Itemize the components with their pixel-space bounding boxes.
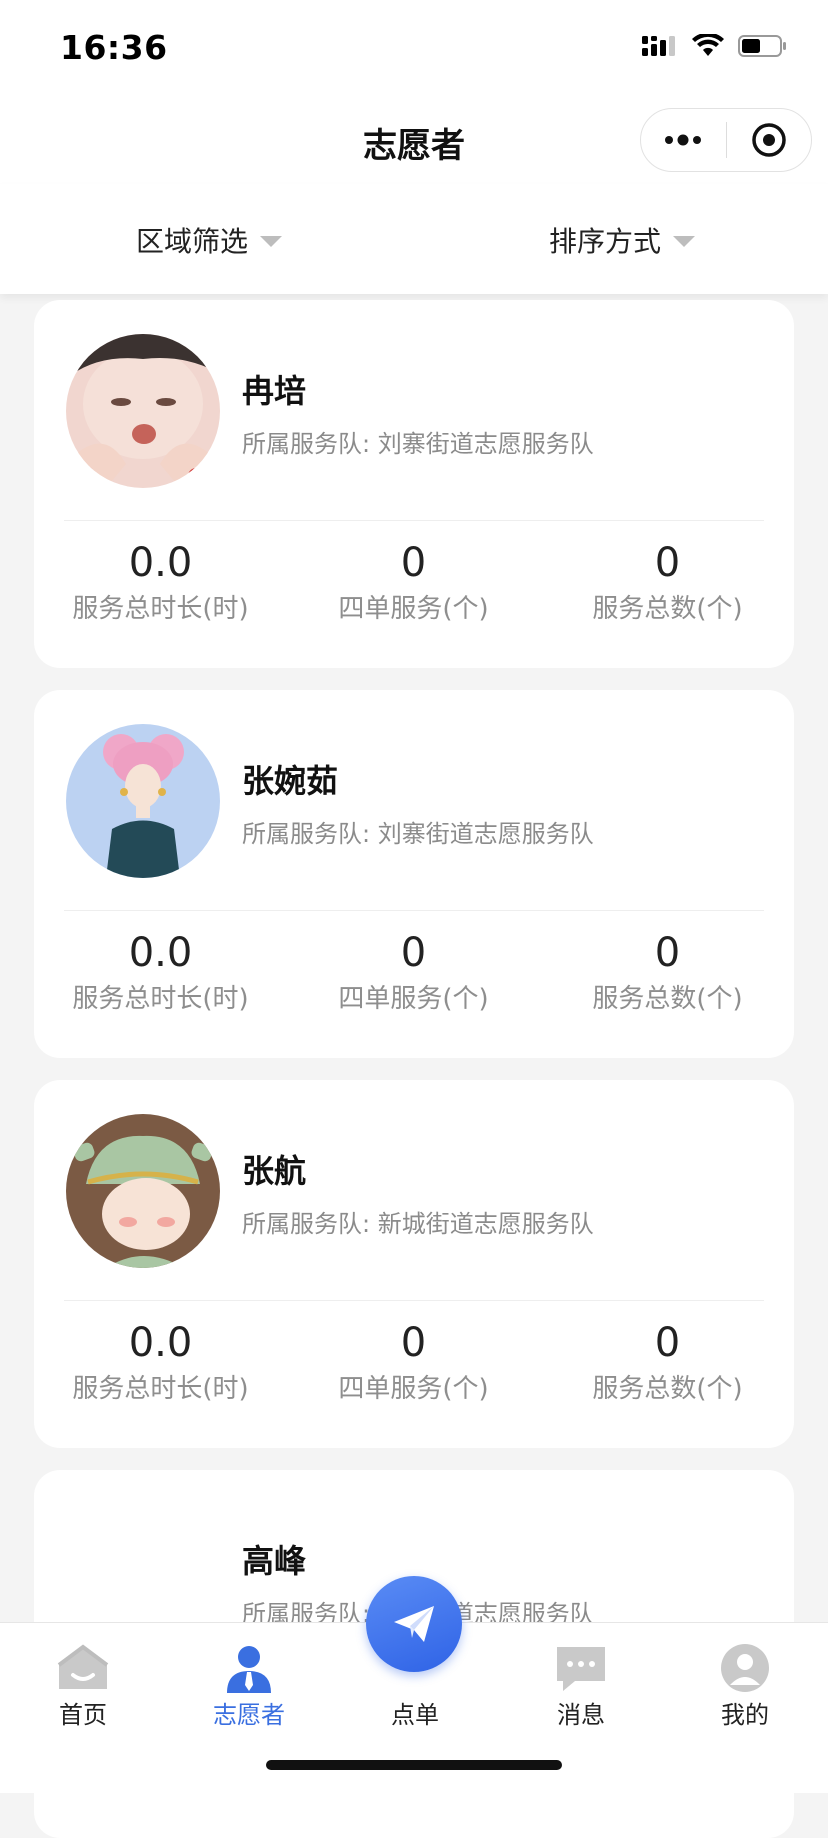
avatar (66, 724, 220, 878)
volunteer-card[interactable]: 张婉茹 所属服务队: 刘寨街道志愿服务队 0.0 服务总时长(时) 0 四单服务… (34, 690, 794, 1058)
volunteer-team: 所属服务队: 刘寨街道志愿服务队 (242, 430, 594, 458)
avatar (66, 334, 220, 488)
more-button[interactable] (641, 109, 726, 171)
stat-value: 0.0 (128, 540, 193, 586)
more-dots-icon (665, 134, 702, 146)
stat-four-orders: 0 四单服务(个) (287, 540, 540, 625)
tab-label: 点单 (391, 1701, 439, 1729)
stat-label: 服务总时长(时) (72, 1374, 249, 1404)
stat-label: 服务总数(个) (592, 984, 743, 1014)
stat-label: 服务总数(个) (592, 594, 743, 624)
stat-value: 0 (654, 930, 681, 976)
wifi-icon (692, 34, 724, 56)
volunteer-team: 所属服务队: 新城街道志愿服务队 (242, 1210, 594, 1238)
sort-filter[interactable]: 排序方式 (549, 220, 696, 260)
sort-filter-label: 排序方式 (549, 225, 662, 258)
status-icons (642, 34, 788, 58)
avatar (66, 1114, 220, 1268)
chevron-down-icon (260, 235, 283, 247)
volunteer-name: 张航 (242, 1152, 307, 1190)
tab-label: 消息 (557, 1701, 605, 1729)
tab-messages[interactable]: 消息 (498, 1623, 664, 1743)
volunteer-name: 冉培 (242, 372, 307, 410)
region-filter-label: 区域筛选 (136, 225, 249, 258)
tab-profile[interactable]: 我的 (662, 1623, 828, 1743)
stat-label: 四单服务(个) (338, 984, 489, 1014)
stat-service-hours: 0.0 服务总时长(时) (34, 930, 287, 1015)
tab-label: 我的 (721, 1701, 769, 1729)
message-icon (557, 1647, 605, 1691)
stat-value: 0 (400, 930, 427, 976)
status-time: 16:36 (60, 28, 168, 67)
stat-value: 0 (400, 540, 427, 586)
status-bar: 16:36 (0, 0, 828, 100)
tab-home[interactable]: 首页 (0, 1623, 166, 1743)
stat-label: 服务总数(个) (592, 1374, 743, 1404)
stat-total-services: 0 服务总数(个) (541, 930, 794, 1015)
stat-service-hours: 0.0 服务总时长(时) (34, 540, 287, 625)
home-icon (57, 1644, 109, 1689)
home-indicator (266, 1760, 562, 1770)
chevron-down-icon (673, 235, 696, 247)
stat-value: 0.0 (128, 930, 193, 976)
tab-label: 志愿者 (213, 1701, 285, 1729)
close-mini-program-button[interactable] (727, 109, 812, 171)
signal-icon (642, 36, 675, 56)
stat-value: 0 (400, 1320, 427, 1366)
divider (64, 520, 764, 521)
volunteer-card[interactable]: 冉培 所属服务队: 刘寨街道志愿服务队 0.0 服务总时长(时) 0 四单服务(… (34, 300, 794, 668)
profile-icon (721, 1644, 769, 1692)
stat-service-hours: 0.0 服务总时长(时) (34, 1320, 287, 1405)
region-filter[interactable]: 区域筛选 (136, 220, 283, 260)
stat-label: 四单服务(个) (338, 594, 489, 624)
stat-value: 0 (654, 1320, 681, 1366)
stat-value: 0.0 (128, 1320, 193, 1366)
filter-bar: 区域筛选 排序方式 (0, 184, 828, 294)
mini-program-capsule (640, 108, 812, 172)
stat-four-orders: 0 四单服务(个) (287, 930, 540, 1015)
stat-four-orders: 0 四单服务(个) (287, 1320, 540, 1405)
tab-volunteer[interactable]: 志愿者 (166, 1623, 332, 1743)
tab-label: 首页 (59, 1701, 107, 1729)
volunteer-card[interactable]: 张航 所属服务队: 新城街道志愿服务队 0.0 服务总时长(时) 0 四单服务(… (34, 1080, 794, 1448)
divider (64, 1300, 764, 1301)
stat-total-services: 0 服务总数(个) (541, 1320, 794, 1405)
stat-label: 服务总时长(时) (72, 984, 249, 1014)
volunteer-name: 高峰 (242, 1542, 307, 1580)
paper-plane-icon (394, 1606, 434, 1642)
target-close-icon (752, 123, 786, 157)
order-fab-button[interactable] (366, 1576, 462, 1672)
volunteer-icon (227, 1646, 271, 1693)
volunteer-name: 张婉茹 (242, 762, 339, 800)
stat-label: 四单服务(个) (338, 1374, 489, 1404)
navigation-bar: 志愿者 (0, 100, 828, 184)
stat-label: 服务总时长(时) (72, 594, 249, 624)
stat-value: 0 (654, 540, 681, 586)
volunteer-team: 所属服务队: 刘寨街道志愿服务队 (242, 820, 594, 848)
divider (64, 910, 764, 911)
battery-icon (738, 35, 786, 57)
stat-total-services: 0 服务总数(个) (541, 540, 794, 625)
